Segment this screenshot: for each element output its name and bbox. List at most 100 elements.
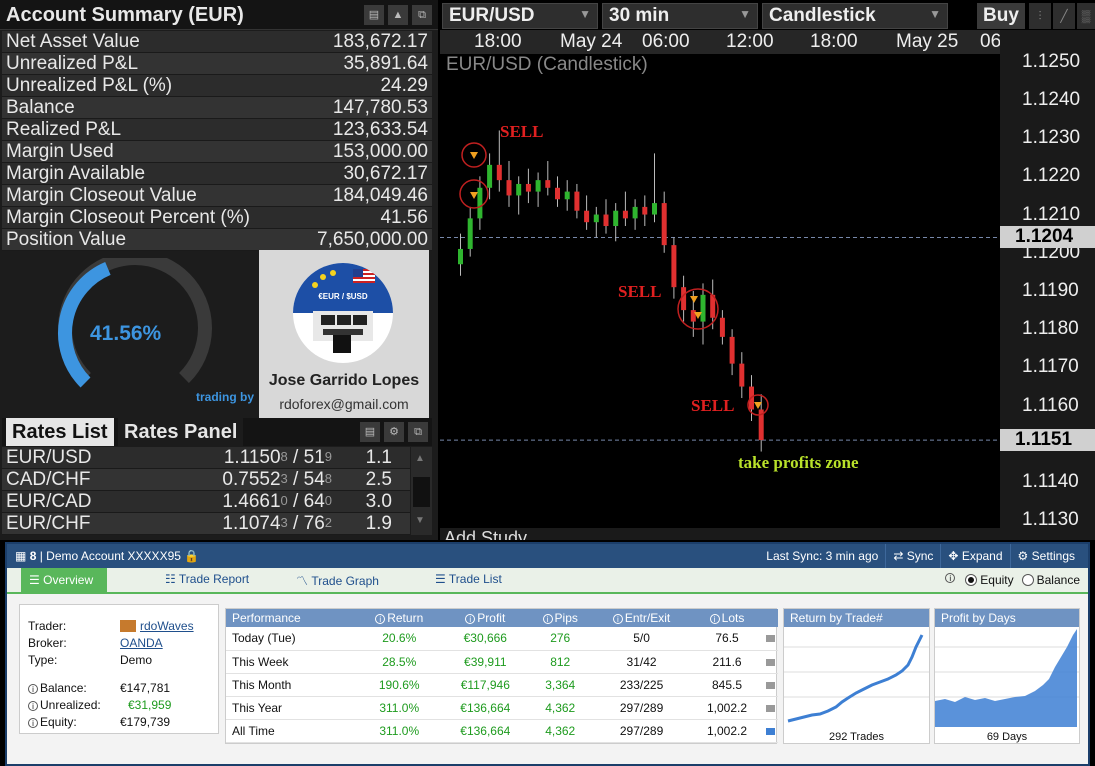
account-row-value: 183,672.17 <box>333 31 428 53</box>
candle <box>671 237 676 298</box>
equity-radio[interactable]: Equity <box>965 573 1013 587</box>
perf-cell: 3,364 <box>529 673 591 696</box>
account-row: Margin Available 30,672.17 <box>2 163 432 185</box>
timeframe-select[interactable]: 30 min▼ <box>602 3 758 29</box>
add-study-button[interactable]: Add Study <box>444 528 527 540</box>
price-tick-label: 1.1240 <box>1022 89 1080 111</box>
popout-icon[interactable]: ⧉ <box>408 422 428 442</box>
chart-type-select[interactable]: Candlestick▼ <box>762 3 948 29</box>
account-row-value: 30,672.17 <box>343 163 428 185</box>
rate-price: 0.75523 / 548 <box>182 469 332 491</box>
profile-logo: €EUR / $USD <box>293 263 393 363</box>
account-summary-header: Account Summary (EUR) ▤ ▲ ⧉ <box>0 0 438 30</box>
candle <box>536 173 541 207</box>
lock-icon: 🔒 <box>184 549 199 563</box>
broker-link[interactable]: OANDA <box>120 636 163 650</box>
perf-cell: 5/0 <box>591 627 692 650</box>
buy-button[interactable]: Buy <box>977 3 1025 29</box>
rates-scrollbar[interactable]: ▲ ▼ <box>411 447 432 535</box>
settings-button[interactable]: ⚙ Settings <box>1010 544 1082 568</box>
time-axis: 18:00May 2406:0012:0018:00May 2506 <box>440 30 1000 54</box>
perf-row: This Week28.5%€39,91181231/42211.6 <box>226 650 778 673</box>
candle <box>594 207 599 238</box>
gauge-value: 41.56% <box>90 322 161 346</box>
price-tick-label: 1.1210 <box>1022 204 1080 226</box>
perf-cell: 31/42 <box>591 650 692 673</box>
trader-link[interactable]: rdoWaves <box>140 619 194 633</box>
rate-row[interactable]: EUR/CHF1.10743 / 7621.9 <box>2 513 410 535</box>
rate-pair: EUR/CAD <box>2 491 182 513</box>
tab-trade-graph[interactable]: 〽 Trade Graph <box>296 572 379 589</box>
profile-card: €EUR / $USD Jose Garrido Lopes rdoforex@… <box>259 250 429 428</box>
candle <box>633 199 638 230</box>
candle <box>477 176 482 230</box>
tab-rates-panel[interactable]: Rates Panel <box>118 418 243 446</box>
account-row: Balance147,780.53 <box>2 97 432 119</box>
sync-button[interactable]: ⇄ Sync <box>885 544 940 568</box>
perf-header: Performance <box>226 609 357 627</box>
more-icon[interactable]: ▒ <box>1077 3 1095 29</box>
account-row-value: 123,633.54 <box>333 119 428 141</box>
perf-cell: All Time <box>226 719 357 742</box>
perf-cell: 297/289 <box>591 696 692 719</box>
price-tick-label: 1.1220 <box>1022 165 1080 187</box>
perf-cell: 76.5 <box>692 627 762 650</box>
time-tick-label: 06:00 <box>642 31 690 53</box>
return-by-trade-plot <box>784 627 929 727</box>
account-row-value: 147,780.53 <box>333 97 428 119</box>
profit-by-days-plot <box>935 627 1079 727</box>
perf-cell: €136,664 <box>441 696 529 719</box>
rate-row[interactable]: CAD/CHF0.75523 / 5482.5 <box>2 469 410 491</box>
chart-icon[interactable]: ⫶ <box>1029 3 1051 29</box>
info-icon: i <box>28 684 38 694</box>
account-row-value: 35,891.64 <box>343 53 428 75</box>
details-icon[interactable] <box>766 728 775 735</box>
profit-by-days-chart[interactable]: Profit by Days 69 Days <box>934 608 1080 744</box>
info-icon: i <box>375 614 385 624</box>
account-row: Margin Closeout Value184,049.46 <box>2 185 432 207</box>
tab-trade-list[interactable]: ☰ Trade List <box>435 572 502 586</box>
tab-trade-report[interactable]: ☷ Trade Report <box>165 572 249 586</box>
print-icon[interactable]: ▤ <box>364 5 384 25</box>
tab-rates-list[interactable]: Rates List <box>6 418 114 446</box>
sync-icon: ⇄ <box>893 549 903 563</box>
perf-cell: 211.6 <box>692 650 762 673</box>
rate-row[interactable]: EUR/USD1.11508 / 5191.1 <box>2 447 410 469</box>
sell-arrow-icon <box>690 296 698 303</box>
info-icon: i <box>945 573 955 583</box>
account-row: Margin Used153,000.00 <box>2 141 432 163</box>
perf-cell: 4,362 <box>529 696 591 719</box>
candle <box>574 184 579 218</box>
price-tick-label: 1.1160 <box>1022 395 1079 417</box>
sell-annotation-3: SELL <box>691 396 734 416</box>
details-icon[interactable] <box>766 682 775 689</box>
last-sync: Last Sync: 3 min ago <box>759 544 885 568</box>
chart-footer: Add Study <box>440 528 1095 540</box>
account-summary-table: Net Asset Value183,672.17Unrealized P&L3… <box>2 31 432 251</box>
draw-icon[interactable]: ╱ <box>1053 3 1075 29</box>
details-icon[interactable] <box>766 659 775 666</box>
instrument-select[interactable]: EUR/USD▼ <box>442 3 598 29</box>
account-row-value: 7,650,000.00 <box>317 229 428 251</box>
return-by-trade-chart[interactable]: Return by Trade# 292 Trades <box>783 608 930 744</box>
perf-header: iLots <box>692 609 762 627</box>
tab-overview[interactable]: ☰ Overview <box>21 568 107 592</box>
print-icon[interactable]: ▤ <box>360 422 380 442</box>
rate-spread: 3.0 <box>332 491 392 513</box>
rate-row[interactable]: EUR/CAD1.46610 / 6403.0 <box>2 491 410 513</box>
rate-pair: EUR/CHF <box>2 513 182 535</box>
candle <box>681 276 686 322</box>
collapse-icon[interactable]: ▲ <box>388 5 408 25</box>
widget-nav: ☰ Overview ☷ Trade Report 〽 Trade Graph … <box>7 568 1088 594</box>
expand-button[interactable]: ✥ Expand <box>940 544 1009 568</box>
balance-radio[interactable]: Balance <box>1022 573 1080 587</box>
account-row-label: Unrealized P&L <box>6 53 138 75</box>
popout-icon[interactable]: ⧉ <box>412 5 432 25</box>
gear-icon[interactable]: ⚙ <box>384 422 404 442</box>
account-row-label: Margin Available <box>6 163 145 185</box>
price-tick-label: 1.1170 <box>1022 356 1079 378</box>
sell-arrow-icon <box>470 192 478 199</box>
chart-type-label: Candlestick <box>769 5 876 26</box>
details-icon[interactable] <box>766 705 775 712</box>
details-icon[interactable] <box>766 635 775 642</box>
